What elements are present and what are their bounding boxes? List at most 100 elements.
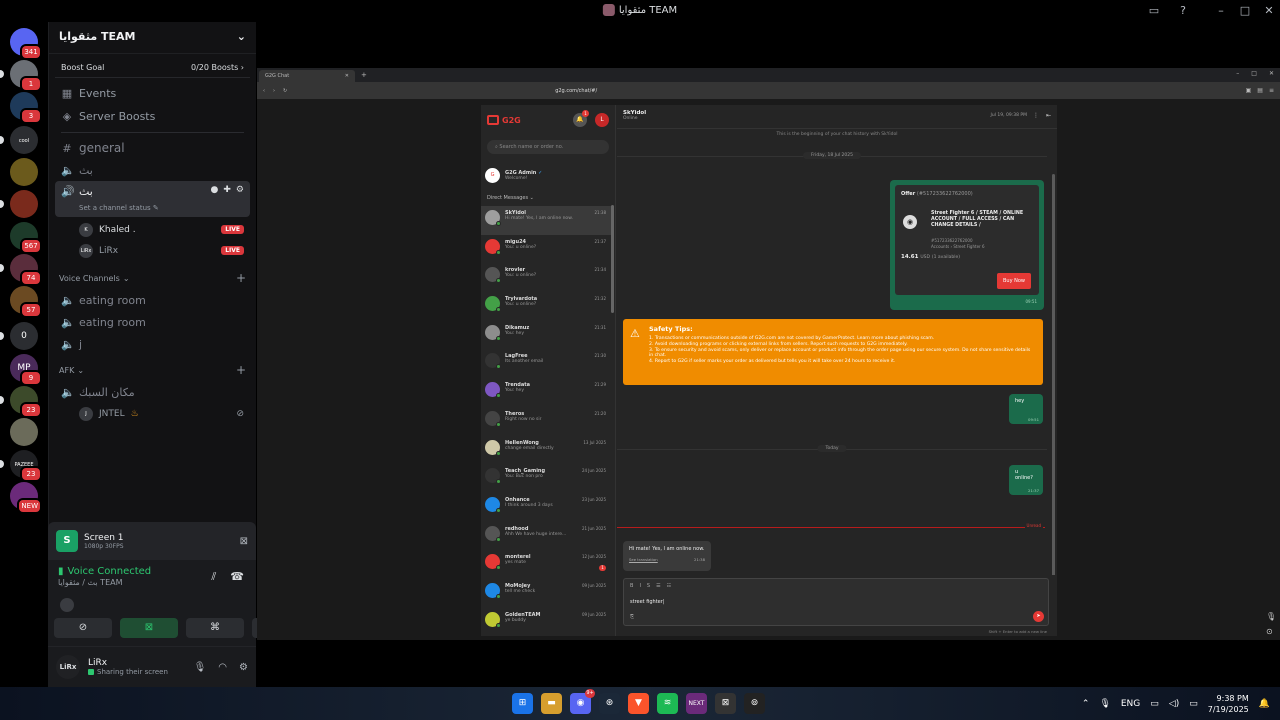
dm-item[interactable]: migu24 You: u online? 21:37	[481, 235, 612, 264]
microphone-icon[interactable]: 🎙	[1099, 699, 1110, 709]
italic-icon[interactable]: I	[639, 583, 640, 589]
server-icon[interactable]: 1	[0, 60, 42, 92]
add-channel-icon[interactable]: +	[236, 271, 246, 285]
server-icon[interactable]: MP 9	[10, 354, 42, 386]
invite-icon[interactable]: ✚	[223, 185, 231, 195]
guild-header[interactable]: مثقوايا TEAM ⌄	[49, 22, 256, 54]
close-tab-icon[interactable]: ✕	[345, 73, 349, 79]
server-icon[interactable]: 0	[0, 322, 38, 350]
browser-tab[interactable]: G2G Chat ✕	[259, 70, 355, 82]
server-icon[interactable]: cool	[0, 126, 38, 154]
bold-icon[interactable]: B	[630, 583, 633, 589]
record-icon[interactable]: ⊚	[744, 693, 765, 714]
voice-user-lirx[interactable]: LiRx LiRx LIVE	[55, 240, 250, 261]
g2g-logo[interactable]: G2G	[487, 115, 521, 125]
dm-item[interactable]: Onhance I think around 3 days 23 Jun 2025	[481, 493, 612, 522]
inbox-icon[interactable]: ▭	[1146, 3, 1162, 19]
channel-bet-2[interactable]: 🔊 بث ● ✚ ⚙ Set a channel status ✎	[55, 181, 250, 217]
collapse-icon[interactable]: ⇤	[1046, 112, 1051, 119]
add-channel-icon[interactable]: +	[236, 363, 246, 377]
dm-item[interactable]: Theros Right now no sir 21:20	[481, 407, 612, 436]
server-icon[interactable]: 341	[10, 28, 42, 60]
dm-item[interactable]: redhood Ahh We have huge intere... 21 Jun …	[481, 522, 612, 551]
events-item[interactable]: ▦ Events	[55, 82, 250, 105]
gear-icon[interactable]: ⚙	[236, 185, 244, 195]
search-input[interactable]: ⌕ Search name or order no.	[487, 140, 609, 154]
dm-item[interactable]: Trendata You: hey 21:29	[481, 378, 612, 407]
server-icon[interactable]	[10, 158, 38, 186]
reload-icon[interactable]: ↻	[283, 88, 287, 94]
dm-item[interactable]: Dikamuz You: hey 21:31	[481, 321, 612, 350]
connected-user-avatar[interactable]	[60, 598, 74, 612]
server-icon[interactable]: 74	[0, 254, 42, 286]
dm-item[interactable]: HellenWong change email directly 13 Jul 20…	[481, 436, 612, 465]
server-icon[interactable]: 3	[10, 92, 42, 124]
voice-user-jntel[interactable]: J JNTEL ♨ ⊘	[55, 403, 250, 424]
boost-goal[interactable]: Boost Goal 0/20 Boosts ›	[55, 60, 250, 78]
outgoing-message[interactable]: hey 09:51	[1009, 394, 1043, 424]
server-icon[interactable]: 57	[10, 286, 42, 318]
voice-user-khaled[interactable]: K Khaled . LIVE	[55, 219, 250, 240]
gear-icon[interactable]: ⚙	[239, 662, 248, 673]
server-icon[interactable]: PAZEEE 23	[0, 450, 42, 482]
strikethrough-icon[interactable]: S	[647, 583, 650, 589]
settings-icon[interactable]: ⊙	[1266, 627, 1276, 636]
spotify-icon[interactable]: ≋	[657, 693, 678, 714]
dm-item[interactable]: SkYidol Hi mate! Yes, I am online now. 21:…	[481, 206, 612, 235]
next-icon[interactable]: NEXT	[686, 693, 707, 714]
xbox-icon[interactable]: ⊠	[715, 693, 736, 714]
profile-avatar[interactable]: L	[595, 113, 609, 127]
channel-j[interactable]: 🔈 j	[55, 333, 250, 355]
microphone-icon[interactable]: 🎙	[194, 662, 207, 673]
network-icon[interactable]: ▭	[1150, 699, 1159, 709]
dm-scrollbar[interactable]	[611, 205, 614, 313]
new-tab-icon[interactable]: +	[355, 71, 373, 82]
dm-item[interactable]: monterel yes mate 12 Jun 2025 1	[481, 550, 612, 579]
message-input[interactable]: street fighter|	[630, 599, 665, 605]
menu-icon[interactable]: ≡	[1269, 87, 1274, 94]
category-afk[interactable]: AFK ⌄ +	[55, 359, 250, 381]
close-button[interactable]: ✕	[1261, 3, 1277, 19]
browser-minimize-button[interactable]: –	[1236, 70, 1239, 77]
chat-scrollbar[interactable]	[1052, 174, 1055, 575]
clock[interactable]: 9:38 PM 7/19/2025	[1208, 693, 1249, 715]
dm-item[interactable]: MoMoJey tell me check 09 Jun 2025	[481, 579, 612, 608]
dm-item[interactable]: Teach_Gaming You: Buc non pro 24 Jun 2025	[481, 464, 612, 493]
screen-share-button[interactable]: ⊠	[120, 618, 178, 638]
numbered-list-icon[interactable]: ☷	[667, 583, 671, 589]
browser-close-button[interactable]: ✕	[1269, 70, 1274, 77]
bullet-list-icon[interactable]: ☰	[656, 583, 660, 589]
channel-afk[interactable]: 🔈 مكان السبك	[55, 381, 250, 403]
minimize-button[interactable]: –	[1213, 3, 1229, 19]
activities-button[interactable]: ⌘	[186, 618, 244, 638]
see-translation-link[interactable]: See translation	[629, 557, 658, 562]
stop-stream-icon[interactable]: ⊠	[240, 536, 248, 547]
server-icon[interactable]: NEW	[10, 482, 42, 514]
bell-icon[interactable]: 🔔 1	[573, 110, 589, 127]
server-boosts-item[interactable]: ◈ Server Boosts	[55, 105, 250, 128]
discord-icon[interactable]: ◉ 9+	[570, 689, 595, 714]
chat-bubble-icon[interactable]: ●	[211, 185, 219, 195]
headphones-icon[interactable]: ◠	[218, 662, 227, 673]
browser-maximize-button[interactable]: □	[1251, 70, 1257, 77]
dm-item[interactable]: GoldenTEAM ye buddy 09 Jun 2025	[481, 608, 612, 637]
start-icon[interactable]: ⊞	[512, 693, 533, 714]
camera-off-button[interactable]: ⊘	[54, 618, 112, 638]
help-icon[interactable]: ?	[1175, 3, 1191, 19]
server-icon[interactable]: 567	[10, 222, 42, 254]
send-button[interactable]: ➤	[1033, 611, 1044, 622]
volume-icon[interactable]: 🎙	[1266, 612, 1276, 621]
outgoing-message[interactable]: u online? 21:37	[1009, 465, 1043, 495]
forward-icon[interactable]: ›	[273, 88, 275, 94]
server-icon[interactable]: 23	[0, 386, 42, 418]
server-icon[interactable]	[10, 418, 38, 446]
extension-icon[interactable]: ▣	[1246, 87, 1252, 94]
direct-messages-header[interactable]: Direct Messages ⌄	[487, 195, 534, 201]
dm-item[interactable]: Trylvardota You: u online? 21:32	[481, 292, 612, 321]
buy-now-button[interactable]: Buy Now	[997, 273, 1031, 289]
incoming-message[interactable]: Hi mate! Yes, I am online now. See trans…	[623, 541, 711, 571]
brave-icon[interactable]: ▼	[628, 693, 649, 714]
noise-suppression-icon[interactable]: ⫽	[211, 570, 216, 584]
attach-icon[interactable]: ⎘	[630, 614, 634, 620]
channel-eating-room-1[interactable]: 🔈 eating room	[55, 289, 250, 311]
